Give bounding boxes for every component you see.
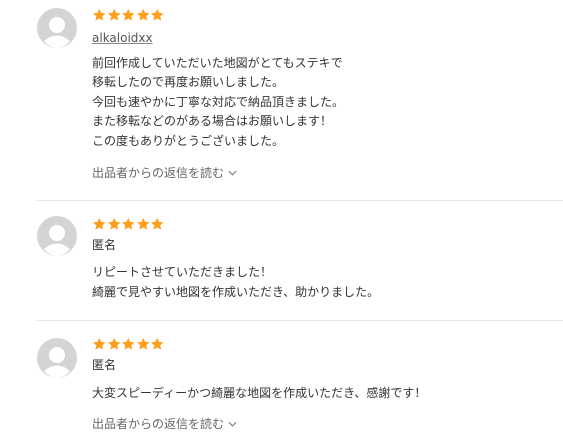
read-seller-reply-label: 出品者からの返信を読む (92, 417, 225, 431)
read-seller-reply-link[interactable]: 出品者からの返信を読む (92, 166, 237, 180)
review-comment-line: 今回も速やかに丁寧な対応で納品頂きました。 (92, 95, 345, 109)
user-avatar-icon (37, 338, 77, 378)
star-icon (122, 337, 135, 350)
user-avatar-icon (37, 216, 77, 256)
star-icon (107, 8, 120, 21)
star-icon (151, 337, 164, 350)
reviewer-name-link[interactable]: alkaloidxx (92, 31, 153, 45)
star-icon (93, 217, 106, 230)
star-icon (151, 8, 164, 21)
star-icon (122, 217, 135, 230)
star-icon (151, 217, 164, 230)
review-divider (37, 200, 563, 201)
chevron-down-icon (228, 421, 237, 427)
user-avatar-icon (37, 8, 77, 48)
review-comment-line: 大変スピーディーかつ綺麗な地図を作成いただき、感謝です！ (92, 386, 427, 400)
review-divider (37, 320, 563, 321)
star-icon (107, 217, 120, 230)
star-rating (92, 8, 165, 22)
review-comment-line: 移転したので再度お願いしました。 (92, 75, 285, 89)
star-icon (136, 217, 149, 230)
reviewer-name: 匿名 (92, 238, 117, 252)
star-rating (92, 337, 165, 351)
read-seller-reply-link[interactable]: 出品者からの返信を読む (92, 417, 237, 431)
review-comment-line: リピートさせていただきました！ (92, 265, 273, 279)
star-icon (122, 8, 135, 21)
review-comment-line: 前回作成していただいた地図がとてもステキで (92, 56, 343, 70)
star-icon (93, 337, 106, 350)
review-comment-line: また移転などのがある場合はお願いします！ (92, 114, 333, 128)
read-seller-reply-label: 出品者からの返信を読む (92, 166, 225, 180)
review-comment-line: 綺麗で見やすい地図を作成いただき、助かりました。 (92, 285, 380, 299)
review-comment-line: この度もありがとうございました。 (92, 134, 285, 148)
star-rating (92, 217, 165, 231)
star-icon (136, 337, 149, 350)
star-icon (136, 8, 149, 21)
reviewer-name: 匿名 (92, 358, 117, 372)
chevron-down-icon (228, 170, 237, 176)
star-icon (107, 337, 120, 350)
star-icon (93, 8, 106, 21)
